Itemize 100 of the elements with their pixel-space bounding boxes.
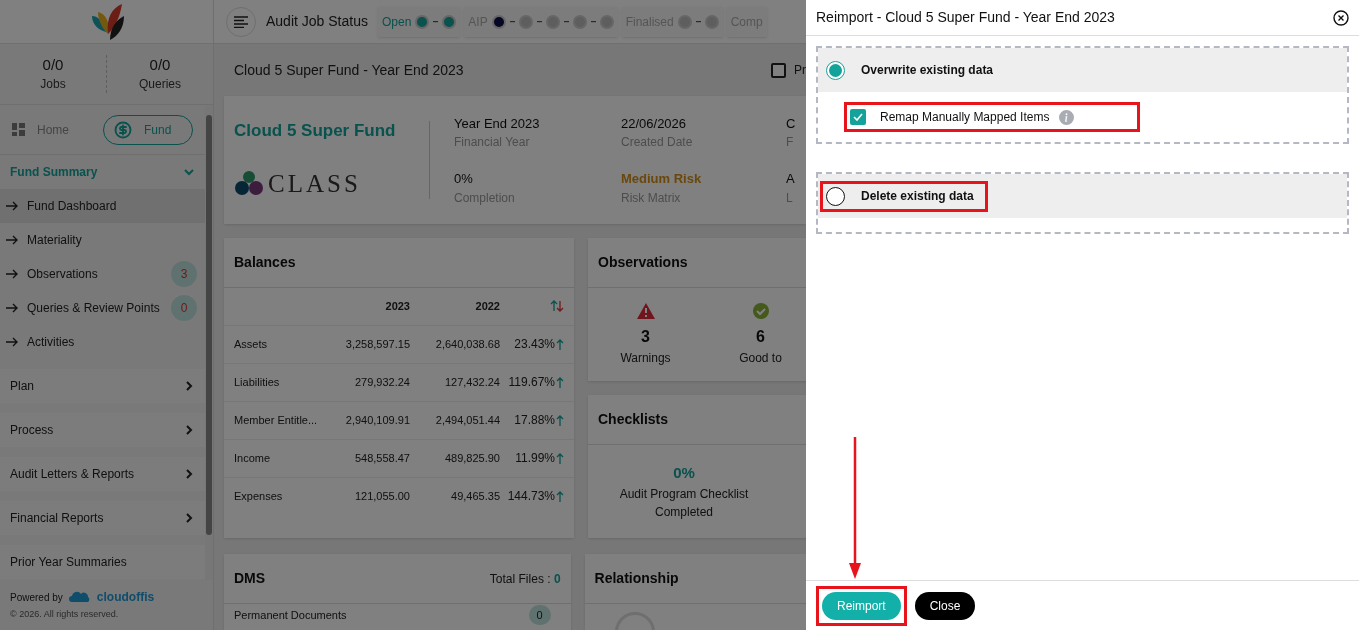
chevron-right-icon xyxy=(183,424,195,436)
row-label: Expenses xyxy=(224,476,324,515)
card-title: Relationship xyxy=(594,569,679,588)
radio-option[interactable]: Delete existing data xyxy=(826,186,982,206)
chevron-right-icon xyxy=(183,380,195,392)
table-cell: 49,465.35 xyxy=(414,476,504,515)
table-cell: 279,932.24 xyxy=(324,362,414,401)
page-heading: Audit Job Status xyxy=(266,12,368,31)
count-badge: 0 xyxy=(171,295,197,321)
dollar-circle-icon xyxy=(114,120,132,139)
card-title: Observations xyxy=(598,253,688,272)
close-button[interactable]: Close xyxy=(914,591,976,620)
row-label: Income xyxy=(224,438,324,477)
dash-icon xyxy=(509,20,515,23)
column-heading: 2023 xyxy=(384,299,411,314)
arrow-right-icon xyxy=(6,269,19,279)
arrow-right-icon xyxy=(6,337,19,347)
stat-value: 0/0 xyxy=(149,55,171,75)
nav-item[interactable]: Queries & Review Points 0 xyxy=(0,291,205,325)
table-cell: 127,432.24 xyxy=(414,362,504,401)
fund-name: Cloud 5 Super Fund xyxy=(234,120,397,142)
radio-button[interactable] xyxy=(826,60,845,80)
table-cell: 2,494,051.44 xyxy=(414,400,504,439)
menu-icon xyxy=(234,15,248,28)
copyright-text: © 2026. All rights reserved. xyxy=(10,608,120,622)
stat-label: Queries xyxy=(139,76,181,93)
checkbox[interactable] xyxy=(771,62,786,78)
row-label: Member Entitle... xyxy=(224,400,324,439)
dash-icon xyxy=(695,20,701,23)
nav-item[interactable]: Observations 3 xyxy=(0,257,205,291)
warning-icon xyxy=(636,302,655,319)
check-badge-icon xyxy=(752,302,769,319)
nav-item[interactable]: Fund Dashboard xyxy=(0,189,205,223)
change-percent: 23.43% xyxy=(514,336,555,353)
document-category: Permanent Documents xyxy=(234,607,347,623)
nav-item[interactable]: Activities xyxy=(0,325,205,359)
total-files-text: Total Files : 0 xyxy=(489,570,561,588)
checkbox[interactable] xyxy=(850,109,866,125)
cloud-logo-icon xyxy=(68,591,91,604)
table-cell: 2,640,038.68 xyxy=(414,324,504,363)
count-badge: 0 xyxy=(528,605,551,625)
table-cell: 121,055.00 xyxy=(324,476,414,515)
stat-value: 6 xyxy=(756,326,765,347)
completion-percent: 0% xyxy=(673,463,695,484)
field-value: 0% xyxy=(454,170,474,188)
arrow-right-icon xyxy=(6,303,19,313)
table-cell: 2,940,109.91 xyxy=(324,400,414,439)
dash-icon xyxy=(433,20,439,23)
arrow-right-icon xyxy=(6,235,19,245)
checkmark-icon xyxy=(853,113,863,121)
panel-title: Reimport - Cloud 5 Super Fund - Year End 2023 xyxy=(816,8,1115,27)
checkbox-label: Pr xyxy=(794,62,806,79)
chevron-right-icon xyxy=(183,512,195,524)
change-percent: 144.73% xyxy=(507,488,555,505)
dash-icon xyxy=(563,20,569,23)
stat-label: Good to xyxy=(739,349,782,367)
count-badge: 3 xyxy=(171,261,197,287)
logo-text: CLASS xyxy=(268,168,361,199)
change-percent: 119.67% xyxy=(508,374,555,391)
checkbox-option[interactable]: Remap Manually Mapped Items xyxy=(850,108,1050,126)
radio-button[interactable] xyxy=(826,186,845,206)
field-value: A xyxy=(786,170,796,188)
table-cell: 548,558.47 xyxy=(324,438,414,477)
field-value: C xyxy=(786,114,797,133)
sort-arrows-icon xyxy=(550,300,564,313)
brand-name: cloudoffis xyxy=(96,589,155,607)
status-stage: Open xyxy=(377,6,461,37)
fund-title: Cloud 5 Super Fund - Year End 2023 xyxy=(234,60,464,80)
stat-label: Jobs xyxy=(40,76,66,93)
field-value: 22/06/2026 xyxy=(621,114,688,133)
powered-by-text: Powered by xyxy=(10,590,63,605)
field-value: Medium Risk xyxy=(621,170,703,188)
field-value: Year End 2023 xyxy=(454,114,541,133)
chevron-right-icon xyxy=(183,468,195,480)
table-cell: 489,825.90 xyxy=(414,438,504,477)
change-percent: 11.99% xyxy=(515,450,555,467)
column-heading: 2022 xyxy=(474,299,501,314)
class-logo-icon xyxy=(234,170,264,197)
row-label: Assets xyxy=(224,324,324,363)
card-title: Balances xyxy=(234,253,296,272)
chevron-down-icon xyxy=(183,166,195,178)
card-title: Checklists xyxy=(598,410,669,429)
change-percent: 17.88% xyxy=(514,412,555,429)
info-icon xyxy=(1059,109,1075,125)
close-button[interactable] xyxy=(1333,9,1349,26)
dash-icon xyxy=(590,20,596,23)
stat-value: 0/0 xyxy=(42,55,64,75)
grid-icon xyxy=(12,123,25,136)
card-title: DMS xyxy=(234,569,266,588)
nav-item[interactable]: Materiality xyxy=(0,223,205,257)
table-cell: 3,258,597.15 xyxy=(324,324,414,363)
row-label: Liabilities xyxy=(224,362,324,401)
stat-value: 3 xyxy=(641,326,650,347)
checklist-caption: Audit Program Checklist Completed xyxy=(619,485,749,521)
dash-icon xyxy=(536,20,542,23)
close-icon xyxy=(1333,9,1349,26)
radio-option[interactable]: Overwrite existing data xyxy=(826,60,1002,80)
arrow-right-icon xyxy=(6,201,19,211)
reimport-button[interactable]: Reimport xyxy=(822,591,901,620)
stat-label: Warnings xyxy=(620,349,671,367)
